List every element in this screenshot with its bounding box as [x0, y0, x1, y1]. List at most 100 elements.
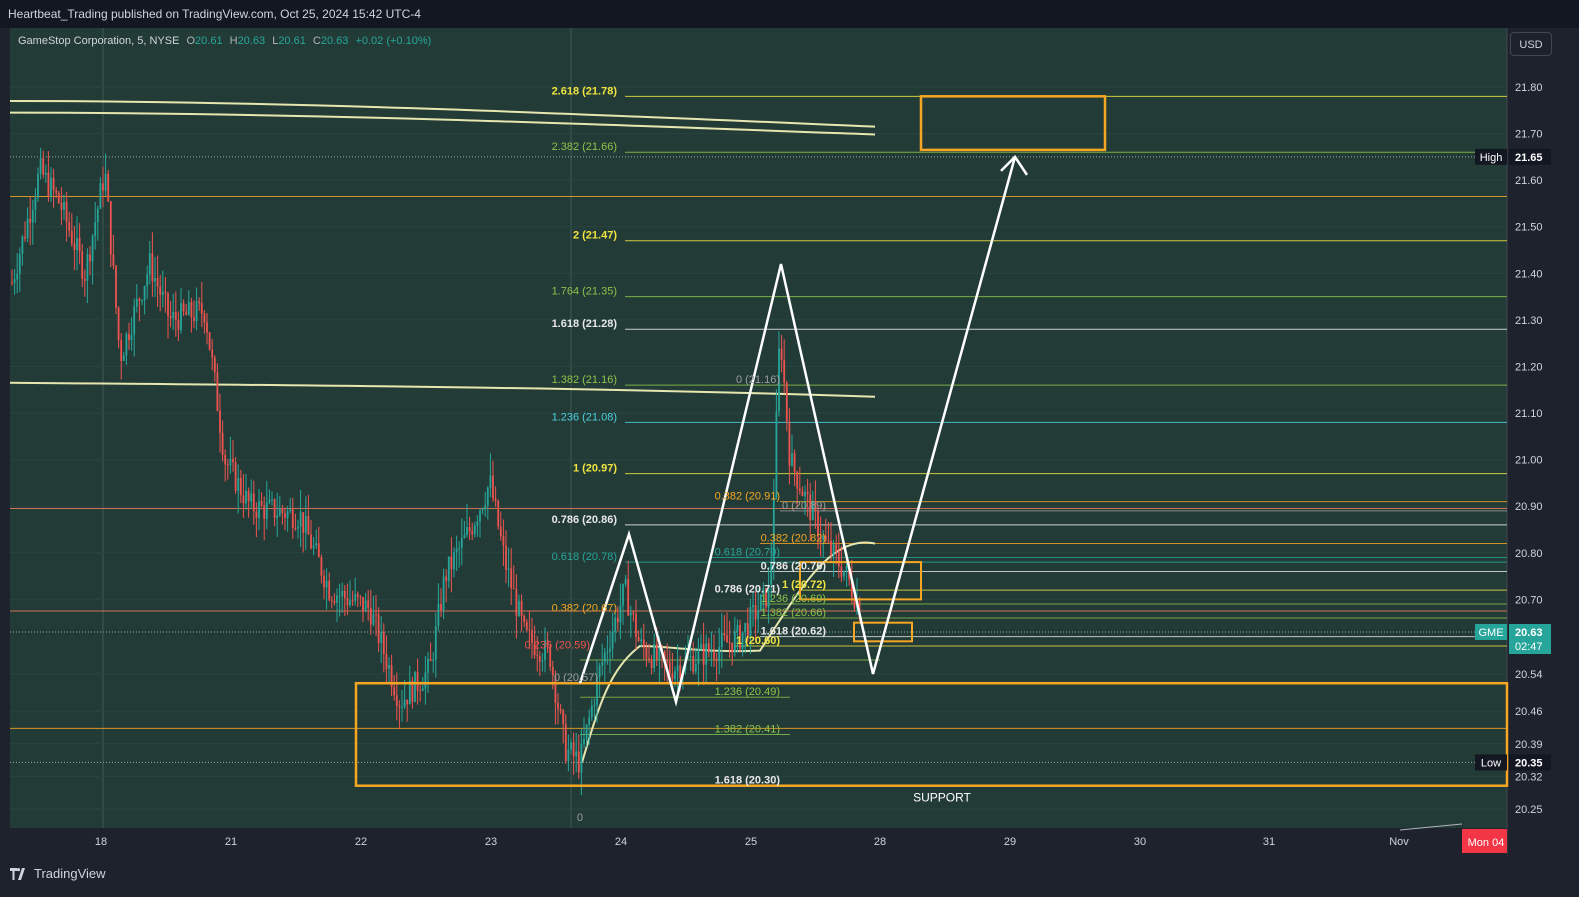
x-tick-label: 24: [615, 836, 627, 848]
candle-body: [109, 201, 112, 255]
current-price-tag-value: 20.63: [1515, 627, 1543, 639]
candle-body: [203, 313, 206, 323]
candle-body: [700, 644, 702, 650]
candle-body: [16, 273, 19, 280]
candle-body: [622, 584, 624, 606]
candle-body: [494, 498, 497, 502]
candle-body: [190, 302, 193, 318]
candle-body: [473, 525, 476, 535]
x-tick-label: 30: [1134, 836, 1146, 848]
candle-body: [255, 511, 258, 518]
candle-body: [458, 547, 461, 549]
candle-body: [601, 662, 604, 666]
candle-body: [463, 534, 466, 538]
candle-body: [83, 278, 86, 281]
candle-body: [320, 557, 323, 576]
high-value: 20.63: [237, 35, 266, 47]
candle-body: [653, 644, 656, 669]
candle-body: [835, 544, 838, 552]
candle-body: [679, 665, 682, 679]
candle-body: [94, 222, 97, 237]
y-tick-label: 21.30: [1515, 315, 1543, 327]
candle-body: [91, 236, 94, 262]
candle-body: [393, 687, 396, 696]
fib-level-label: 1.618 (20.30): [715, 775, 781, 787]
candle-body: [775, 411, 778, 498]
candle-body: [541, 660, 544, 662]
candle-body: [388, 665, 390, 669]
candle-body: [372, 613, 375, 625]
change-value: +0.02 (+0.10%): [355, 35, 432, 47]
candle-body: [380, 632, 383, 643]
candle-body: [590, 705, 593, 718]
candle-body: [609, 648, 611, 652]
candle-body: [471, 531, 474, 535]
fib-level-label: 2.382 (21.66): [552, 141, 617, 153]
candle-body: [299, 512, 302, 527]
candle-body: [117, 307, 120, 341]
candle-body: [627, 579, 630, 616]
candle-body: [167, 293, 169, 316]
footer-bar: TradingView: [0, 856, 1579, 897]
candle-body: [536, 655, 539, 657]
candle-body: [265, 502, 268, 519]
candle-body: [401, 706, 403, 708]
candle-body: [336, 595, 338, 603]
candle-body: [447, 556, 450, 581]
candle-body: [333, 600, 336, 603]
candle-body: [343, 590, 346, 598]
price-chart[interactable]: 21.80 21.70 21.60 21.50 21.40 21.30 21.20 21.10…: [0, 28, 1579, 856]
candle-body: [437, 604, 440, 627]
fib-level-label: 0.382 (20.67): [552, 602, 617, 614]
candle-body: [146, 274, 149, 287]
brand-label: TradingView: [34, 866, 106, 881]
candle-body: [497, 501, 500, 527]
x-tick-label: Nov: [1389, 836, 1409, 848]
candle-body: [757, 610, 760, 620]
candle-body: [557, 702, 559, 709]
candle-body: [130, 334, 133, 341]
candle-body: [598, 665, 601, 678]
high-label: H: [229, 35, 238, 47]
candle-body: [837, 551, 840, 567]
candle-body: [242, 495, 245, 504]
x-tick-label: 25: [745, 836, 757, 848]
currency-button[interactable]: USD: [1510, 32, 1552, 56]
candle-body: [13, 279, 16, 283]
candle-body: [518, 600, 520, 616]
candle-body: [507, 568, 510, 570]
candle-body: [512, 588, 515, 590]
candle-body: [593, 705, 596, 707]
candle-body: [450, 556, 453, 570]
candle-body: [128, 333, 130, 341]
candle-body: [744, 623, 747, 633]
candle-body: [154, 278, 156, 282]
candle-body: [271, 499, 273, 501]
candle-body: [538, 655, 541, 662]
candle-body: [307, 516, 310, 535]
candle-body: [705, 643, 708, 665]
candle-body: [385, 653, 388, 669]
candle-body: [575, 751, 578, 757]
y-tick-label: 21.80: [1515, 82, 1543, 94]
candle-body: [585, 724, 588, 739]
candle-body: [671, 673, 674, 680]
candle-body: [55, 190, 58, 193]
candle-body: [476, 521, 479, 526]
open-label: O: [186, 35, 196, 47]
candle-body: [258, 501, 260, 518]
candle-body: [284, 513, 286, 519]
tradingview-logo[interactable]: TradingView: [10, 866, 106, 881]
candle-body: [499, 526, 502, 537]
current-price-tag-countdown: 02:47: [1515, 641, 1543, 653]
candle-body: [798, 488, 801, 492]
candle-body: [34, 197, 37, 211]
candle-body: [219, 410, 221, 433]
candle-body: [429, 658, 432, 661]
candle-body: [830, 540, 832, 556]
candle-body: [354, 593, 357, 601]
candle-body: [229, 458, 232, 466]
candle-body: [780, 348, 783, 360]
candle-body: [96, 208, 99, 223]
candle-body: [510, 568, 513, 589]
